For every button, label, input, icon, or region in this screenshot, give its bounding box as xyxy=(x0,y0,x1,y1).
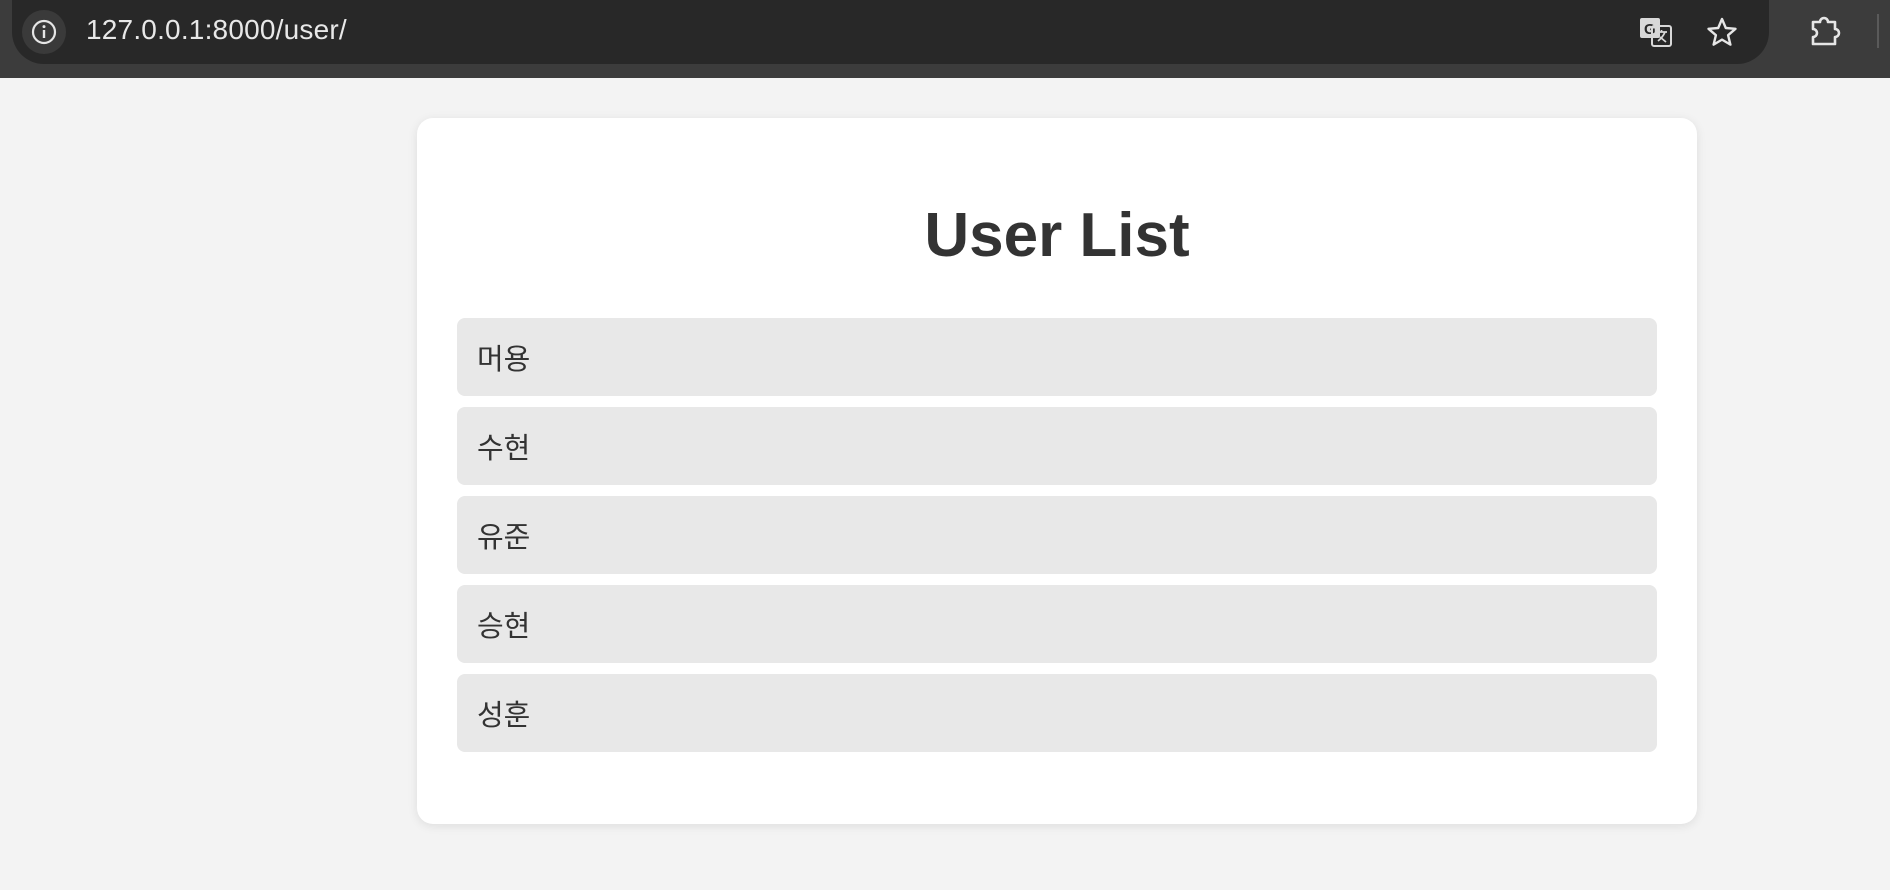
page-title: User List xyxy=(924,201,1190,270)
info-icon[interactable] xyxy=(22,10,66,54)
toolbar-divider xyxy=(1877,14,1879,48)
user-list-card: User List 머용 수현 유준 승현 성훈 xyxy=(417,118,1697,824)
user-list-item[interactable]: 성훈 xyxy=(457,674,1657,752)
bookmark-star-icon[interactable] xyxy=(1702,12,1742,52)
user-list: 머용 수현 유준 승현 성훈 xyxy=(457,318,1657,763)
user-list-item[interactable]: 머용 xyxy=(457,318,1657,396)
translate-icon[interactable]: G xyxy=(1636,12,1676,52)
browser-toolbar: 127.0.0.1:8000/user/ G xyxy=(0,0,1890,78)
address-bar[interactable]: 127.0.0.1:8000/user/ G xyxy=(12,0,1769,64)
svg-text:G: G xyxy=(1644,21,1656,38)
user-list-item[interactable]: 승현 xyxy=(457,585,1657,663)
user-list-item[interactable]: 수현 xyxy=(457,407,1657,485)
url-text[interactable]: 127.0.0.1:8000/user/ xyxy=(86,0,347,60)
extensions-puzzle-icon[interactable] xyxy=(1803,8,1847,52)
user-list-item[interactable]: 유준 xyxy=(457,496,1657,574)
